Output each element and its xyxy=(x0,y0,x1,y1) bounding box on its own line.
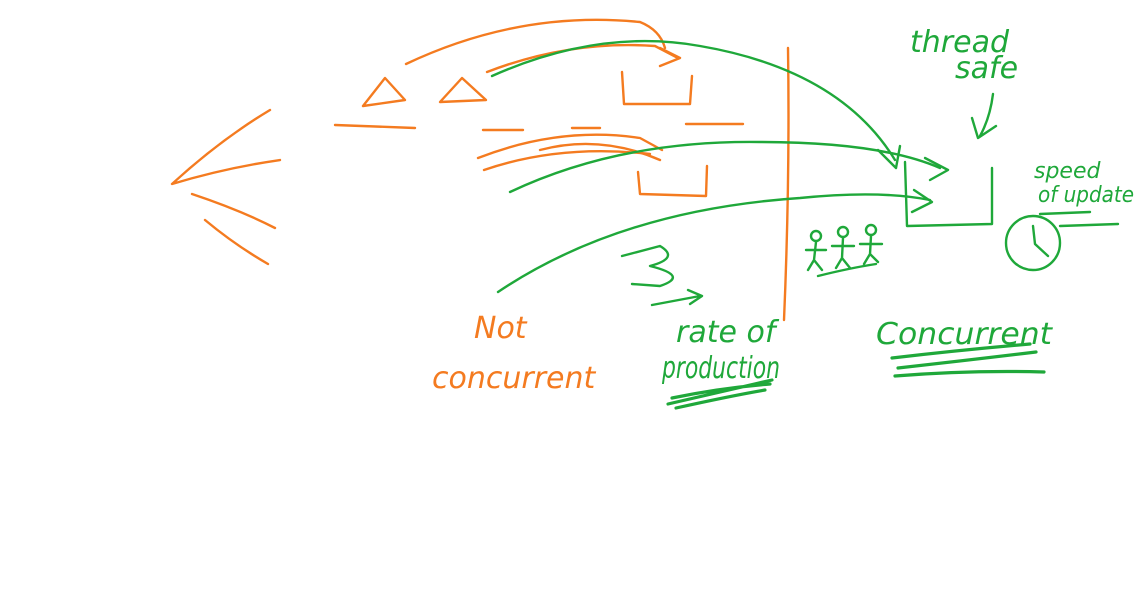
people-icon xyxy=(804,223,884,278)
concurrent-title: Concurrent xyxy=(876,317,1053,352)
speed-line1: speed xyxy=(1034,159,1101,184)
producer-triangle-2 xyxy=(438,76,488,104)
divider-line xyxy=(782,46,790,322)
not-concurrent-label: Not concurrent xyxy=(432,311,597,396)
green-arc-2 xyxy=(508,140,942,194)
not-concurrent-line1: Not xyxy=(474,311,528,346)
producer-triangle-1 xyxy=(361,76,407,108)
left-chevron-shape xyxy=(170,108,282,186)
bucket-2 xyxy=(636,164,709,198)
arc-top-2 xyxy=(485,43,680,74)
not-concurrent-line2: concurrent xyxy=(432,361,597,396)
rate-line2: production xyxy=(661,351,780,386)
whiteboard-canvas: Not concurrent thread safe speed of upda… xyxy=(170,18,1134,410)
arc-mid-1 xyxy=(476,133,664,160)
speed-line2: of update xyxy=(1038,183,1134,208)
arrowhead-green-2 xyxy=(923,156,950,182)
concurrent-diagram xyxy=(490,39,1120,410)
green-three-shape xyxy=(620,244,674,288)
arrowhead-green-3 xyxy=(910,188,934,214)
not-concurrent-diagram xyxy=(170,18,790,322)
green-arc-1 xyxy=(490,39,897,162)
thread-safe-line2: safe xyxy=(955,51,1018,86)
clock-icon xyxy=(1004,214,1062,272)
dash-line-1 xyxy=(333,123,417,130)
left-chevron-lower-shape xyxy=(190,192,277,266)
thread-safe-arrow xyxy=(970,92,998,140)
green-small-arrow xyxy=(650,288,704,307)
arrowhead-top xyxy=(658,46,682,68)
bucket-1 xyxy=(620,70,694,106)
rate-line1: rate of xyxy=(676,315,780,350)
